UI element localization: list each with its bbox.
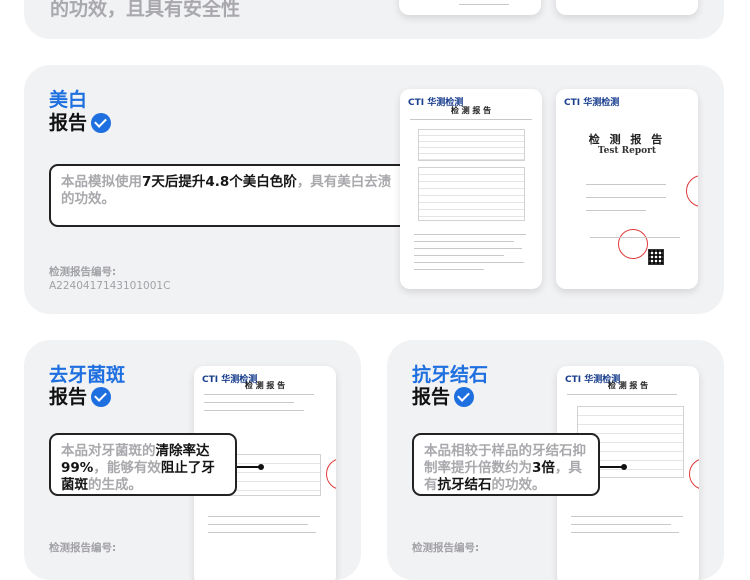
- callout-text-emphasis: 3倍: [532, 460, 555, 476]
- whitening-card: 美白 报告 本品模拟使用7天后提升4.8个美白色阶，具有美白去渍的功效。 检测报…: [24, 65, 724, 314]
- callout-dot: [258, 464, 264, 470]
- anticalculus-title: 抗牙结石: [412, 364, 489, 386]
- check-icon: [454, 387, 475, 407]
- red-seal-stamp: [689, 458, 699, 490]
- whitening-subtitle: 报告: [49, 112, 112, 134]
- antibacterial-report-label: 检测报告编号:: [49, 542, 117, 554]
- red-seal-stamp: [686, 175, 698, 207]
- whitening-report-doc: CTI 华测检测 检 测 报 告: [400, 89, 542, 289]
- whitening-report-number: A2240417143101001C: [49, 280, 171, 292]
- callout-text-post: 的功效。: [491, 477, 546, 493]
- antibacterial-subtitle: 报告: [49, 386, 112, 408]
- check-icon: [91, 113, 112, 133]
- antibacterial-title: 去牙菌斑: [49, 364, 126, 386]
- whitening-report-label: 检测报告编号:: [49, 266, 117, 278]
- top-doc-left: [399, 0, 541, 15]
- top-card: 的功效，且具有安全性: [24, 0, 724, 39]
- anticalculus-report-label: 检测报告编号:: [412, 542, 480, 554]
- whitening-cover-doc: CTI 华测检测 检 测 报 告 Test Report: [556, 89, 698, 289]
- doc-heading: 检 测 报 告: [244, 381, 286, 390]
- antibacterial-callout: 本品对牙菌斑的清除率达99%，能够有效阻止了牙菌斑的生成。: [49, 433, 237, 496]
- qr-code-icon: [648, 249, 664, 265]
- callout-dot: [621, 464, 627, 470]
- callout-text-post: 的生成。: [88, 477, 142, 493]
- callout-text-pre: 本品模拟使用: [61, 174, 142, 190]
- callout-text-pre: 本品对牙菌斑的: [61, 443, 156, 459]
- top-fragment-text: 的功效，且具有安全性: [50, 0, 241, 20]
- antibacterial-subtitle-text: 报告: [49, 386, 88, 408]
- anticalculus-callout: 本品相较于样品的牙结石抑制率提升倍数约为3倍，具有抗牙结石的功效。: [412, 433, 600, 496]
- anticalculus-card: 抗牙结石 报告 CTI 华测检测 检 测 报 告 本品相较于样品的牙结石抑制率提…: [387, 340, 724, 580]
- cti-logo: CTI 华测检测: [564, 98, 620, 108]
- whitening-callout: 本品模拟使用7天后提升4.8个美白色阶，具有美白去渍的功效。: [49, 164, 413, 227]
- doc-heading: 检 测 报 告: [450, 106, 492, 115]
- cover-subtitle: Test Report: [597, 146, 657, 156]
- whitening-subtitle-text: 报告: [49, 112, 88, 134]
- top-doc-right: [556, 0, 698, 15]
- doc-heading: 检 测 报 告: [607, 381, 649, 390]
- check-icon: [91, 387, 112, 407]
- callout-text-mid: ，能够有效: [93, 460, 161, 476]
- anticalculus-subtitle-text: 报告: [412, 386, 451, 408]
- antibacterial-card: 去牙菌斑 报告 CTI 华测检测 检 测 报 告 本品对牙菌斑的清除率达99%，…: [24, 340, 361, 580]
- callout-text-emphasis: 7天后提升4.8个美白色阶: [142, 174, 297, 190]
- red-seal-stamp: [326, 458, 336, 490]
- cover-title: 检 测 报 告: [588, 133, 666, 146]
- red-seal-stamp: [618, 229, 648, 259]
- callout-text-emphasis: 抗牙结石: [437, 477, 492, 493]
- anticalculus-subtitle: 报告: [412, 386, 475, 408]
- whitening-title: 美白: [49, 89, 88, 111]
